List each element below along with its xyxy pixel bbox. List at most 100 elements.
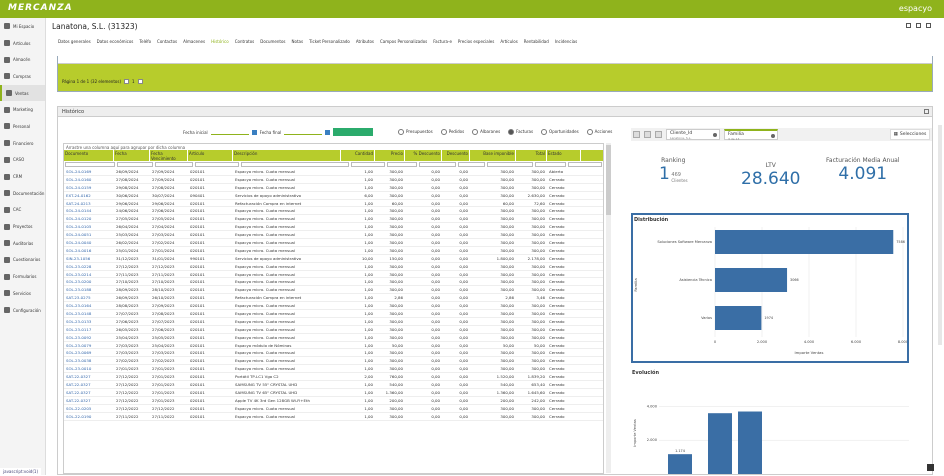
- column-filter-input[interactable]: [241, 162, 349, 167]
- column-filter-input[interactable]: [65, 162, 115, 167]
- table-row[interactable]: SOL-22-0190 27/11/2022 27/11/2022 020101 Esp…: [64, 413, 603, 421]
- column-filter-input[interactable]: [116, 162, 153, 167]
- table-row[interactable]: SOL-24-0144 24/06/2024 27/06/2024 020101 Esp…: [64, 207, 603, 216]
- tab[interactable]: Teléfo: [139, 39, 151, 44]
- column-filter-input[interactable]: [154, 162, 193, 167]
- fecha-inicial-input[interactable]: [210, 130, 249, 135]
- sidebar-item[interactable]: Formularios: [0, 268, 45, 285]
- document-link[interactable]: SOL-22-0205: [64, 406, 114, 411]
- document-link[interactable]: SAT-22-0327: [64, 390, 114, 395]
- clear-icon[interactable]: [655, 131, 662, 138]
- table-row[interactable]: SOL-24-0105 26/04/2024 27/04/2024 020101 Esp…: [64, 223, 603, 232]
- back-icon[interactable]: [633, 131, 640, 138]
- column-header[interactable]: Precio: [375, 150, 405, 161]
- document-link[interactable]: SOL-24-0159: [64, 185, 114, 190]
- document-link[interactable]: SOL-24-0169: [64, 169, 114, 174]
- sidebar-item[interactable]: CAC: [0, 202, 45, 219]
- sidebar-item[interactable]: Proyectos: [0, 218, 45, 235]
- document-link[interactable]: SOL-23-0092: [64, 335, 114, 340]
- tab[interactable]: Histórico: [211, 39, 229, 44]
- table-row[interactable]: SOL-23-0133 27/06/2023 27/07/2023 020101 Esp…: [64, 318, 603, 326]
- tab[interactable]: Incidencias: [555, 39, 577, 44]
- radio-option[interactable]: Presupuestos: [398, 129, 433, 135]
- table-row[interactable]: SOL-23-0148 27/07/2023 27/08/2023 020101 Esp…: [64, 310, 603, 318]
- table-row[interactable]: SAT-24-0213 29/06/2024 29/06/2024 020101 Ref…: [64, 200, 603, 208]
- document-link[interactable]: SOL-23-0079: [64, 343, 114, 348]
- tab[interactable]: Almacenes: [183, 39, 205, 44]
- document-link[interactable]: SOL-24-0040: [64, 240, 114, 245]
- sidebar-item[interactable]: CASO: [0, 152, 45, 169]
- table-row[interactable]: SOL-23-0092 25/04/2023 25/05/2023 020101 Esp…: [64, 334, 603, 342]
- table-row[interactable]: SAT-23-0275 26/09/2023 26/10/2023 020101 Ref…: [64, 294, 603, 303]
- radio-option[interactable]: Oportunidades: [541, 129, 579, 135]
- column-filter-input[interactable]: [350, 162, 385, 167]
- pager-prev-button[interactable]: [124, 79, 130, 84]
- fecha-final-input[interactable]: [284, 130, 323, 135]
- table-row[interactable]: SOL-24-0051 25/03/2024 27/03/2024 020101 Esp…: [64, 231, 603, 240]
- tab[interactable]: Documentos: [260, 39, 285, 44]
- sidebar-item[interactable]: Marketing: [0, 101, 45, 118]
- document-link[interactable]: SIN-23-1056: [64, 256, 114, 261]
- column-header[interactable]: Descripción: [233, 150, 341, 161]
- tab[interactable]: Precios especiales: [458, 39, 494, 44]
- tab[interactable]: Factura-e: [433, 39, 452, 44]
- sidebar-item[interactable]: Mi Espacio: [0, 18, 45, 35]
- table-row[interactable]: SOL-23-0069 27/03/2023 27/03/2023 020101 Esp…: [64, 349, 603, 358]
- document-link[interactable]: SOL-23-0038: [64, 358, 114, 363]
- column-filter-input[interactable]: [418, 162, 456, 167]
- table-row[interactable]: SIN-23-1056 31/12/2023 31/01/2024 990101 Ser…: [64, 255, 603, 263]
- document-link[interactable]: SOL-24-0160: [64, 177, 114, 182]
- column-header[interactable]: Base imponible: [470, 150, 516, 161]
- document-link[interactable]: SOL-24-0144: [64, 208, 114, 213]
- document-link[interactable]: SOL-23-0200: [64, 279, 114, 284]
- selecciones-button[interactable]: ▦ Selecciones: [890, 129, 930, 140]
- remove-icon[interactable]: [713, 133, 717, 137]
- tab[interactable]: Contratos: [235, 39, 255, 44]
- pager-next-button[interactable]: [137, 79, 143, 84]
- column-filter-input[interactable]: [487, 162, 534, 167]
- document-link[interactable]: SOL-23-0214: [64, 272, 114, 277]
- radio-option[interactable]: Albaranes: [472, 129, 500, 135]
- tab[interactable]: Artículos: [500, 39, 517, 44]
- grid-scrollbar[interactable]: [606, 143, 611, 473]
- column-header[interactable]: Documento: [64, 150, 114, 161]
- document-link[interactable]: SOL-23-0117: [64, 327, 114, 332]
- column-header[interactable]: Total: [516, 150, 547, 161]
- panel-scrollbar[interactable]: [938, 125, 942, 345]
- close-icon[interactable]: [926, 23, 931, 28]
- table-row[interactable]: SOL-23-0200 27/10/2023 27/10/2023 020101 Esp…: [64, 278, 603, 287]
- document-link[interactable]: SOL-24-0120: [64, 216, 114, 221]
- table-row[interactable]: SAT-22-0327 27/12/2022 27/01/2023 020101 SAM…: [64, 389, 603, 397]
- document-link[interactable]: SAT-22-0327: [64, 382, 114, 387]
- search-button[interactable]: [333, 128, 374, 136]
- document-link[interactable]: SAT-23-0275: [64, 295, 114, 300]
- table-row[interactable]: SAT-22-0327 27/12/2022 27/01/2023 020101 Por…: [64, 373, 603, 382]
- scrollbar-thumb[interactable]: [606, 145, 611, 215]
- table-row[interactable]: SOL-23-0038 27/02/2023 27/02/2023 020101 Esp…: [64, 357, 603, 366]
- table-row[interactable]: SOL-24-0169 26/09/2024 27/09/2024 020101 Esp…: [64, 168, 603, 176]
- document-link[interactable]: SOL-24-0105: [64, 224, 114, 229]
- table-row[interactable]: SOL-24-0120 27/05/2024 27/05/2024 020101 Esp…: [64, 215, 603, 224]
- tab[interactable]: Rentabilidad: [524, 39, 549, 44]
- document-link[interactable]: SOL-24-0051: [64, 232, 114, 237]
- sidebar-item[interactable]: Cuestionarios: [0, 252, 45, 269]
- column-header[interactable]: % Descuento: [405, 150, 442, 161]
- table-row[interactable]: SOL-24-0159 29/08/2024 27/08/2024 020101 Esp…: [64, 184, 603, 192]
- column-filter-input[interactable]: [386, 162, 417, 167]
- document-link[interactable]: SOL-23-0188: [64, 287, 114, 292]
- document-link[interactable]: SOL-23-0148: [64, 311, 114, 316]
- cliente-chip[interactable]: Cliente_Id Lanatona, S.L.: [666, 129, 720, 140]
- familia-chip[interactable]: Familia 3 de 13: [724, 129, 778, 141]
- sidebar-item[interactable]: Artículos: [0, 35, 45, 52]
- column-filter-input[interactable]: [194, 162, 240, 167]
- tab[interactable]: Notas: [292, 39, 304, 44]
- sidebar-item[interactable]: Compras: [0, 68, 45, 85]
- document-link[interactable]: SOL-23-0133: [64, 319, 114, 324]
- document-link[interactable]: EXT-24-0162: [64, 193, 114, 198]
- tab[interactable]: Atributos: [356, 39, 374, 44]
- table-row[interactable]: SOL-22-0205 27/12/2022 27/12/2022 020101 Esp…: [64, 405, 603, 413]
- sidebar-item[interactable]: Configuración: [0, 302, 45, 319]
- table-row[interactable]: SOL-23-0188 28/09/2023 28/10/2023 020101 Esp…: [64, 286, 603, 295]
- document-link[interactable]: SOL-23-0164: [64, 303, 114, 308]
- sidebar-item[interactable]: Almacén: [0, 51, 45, 68]
